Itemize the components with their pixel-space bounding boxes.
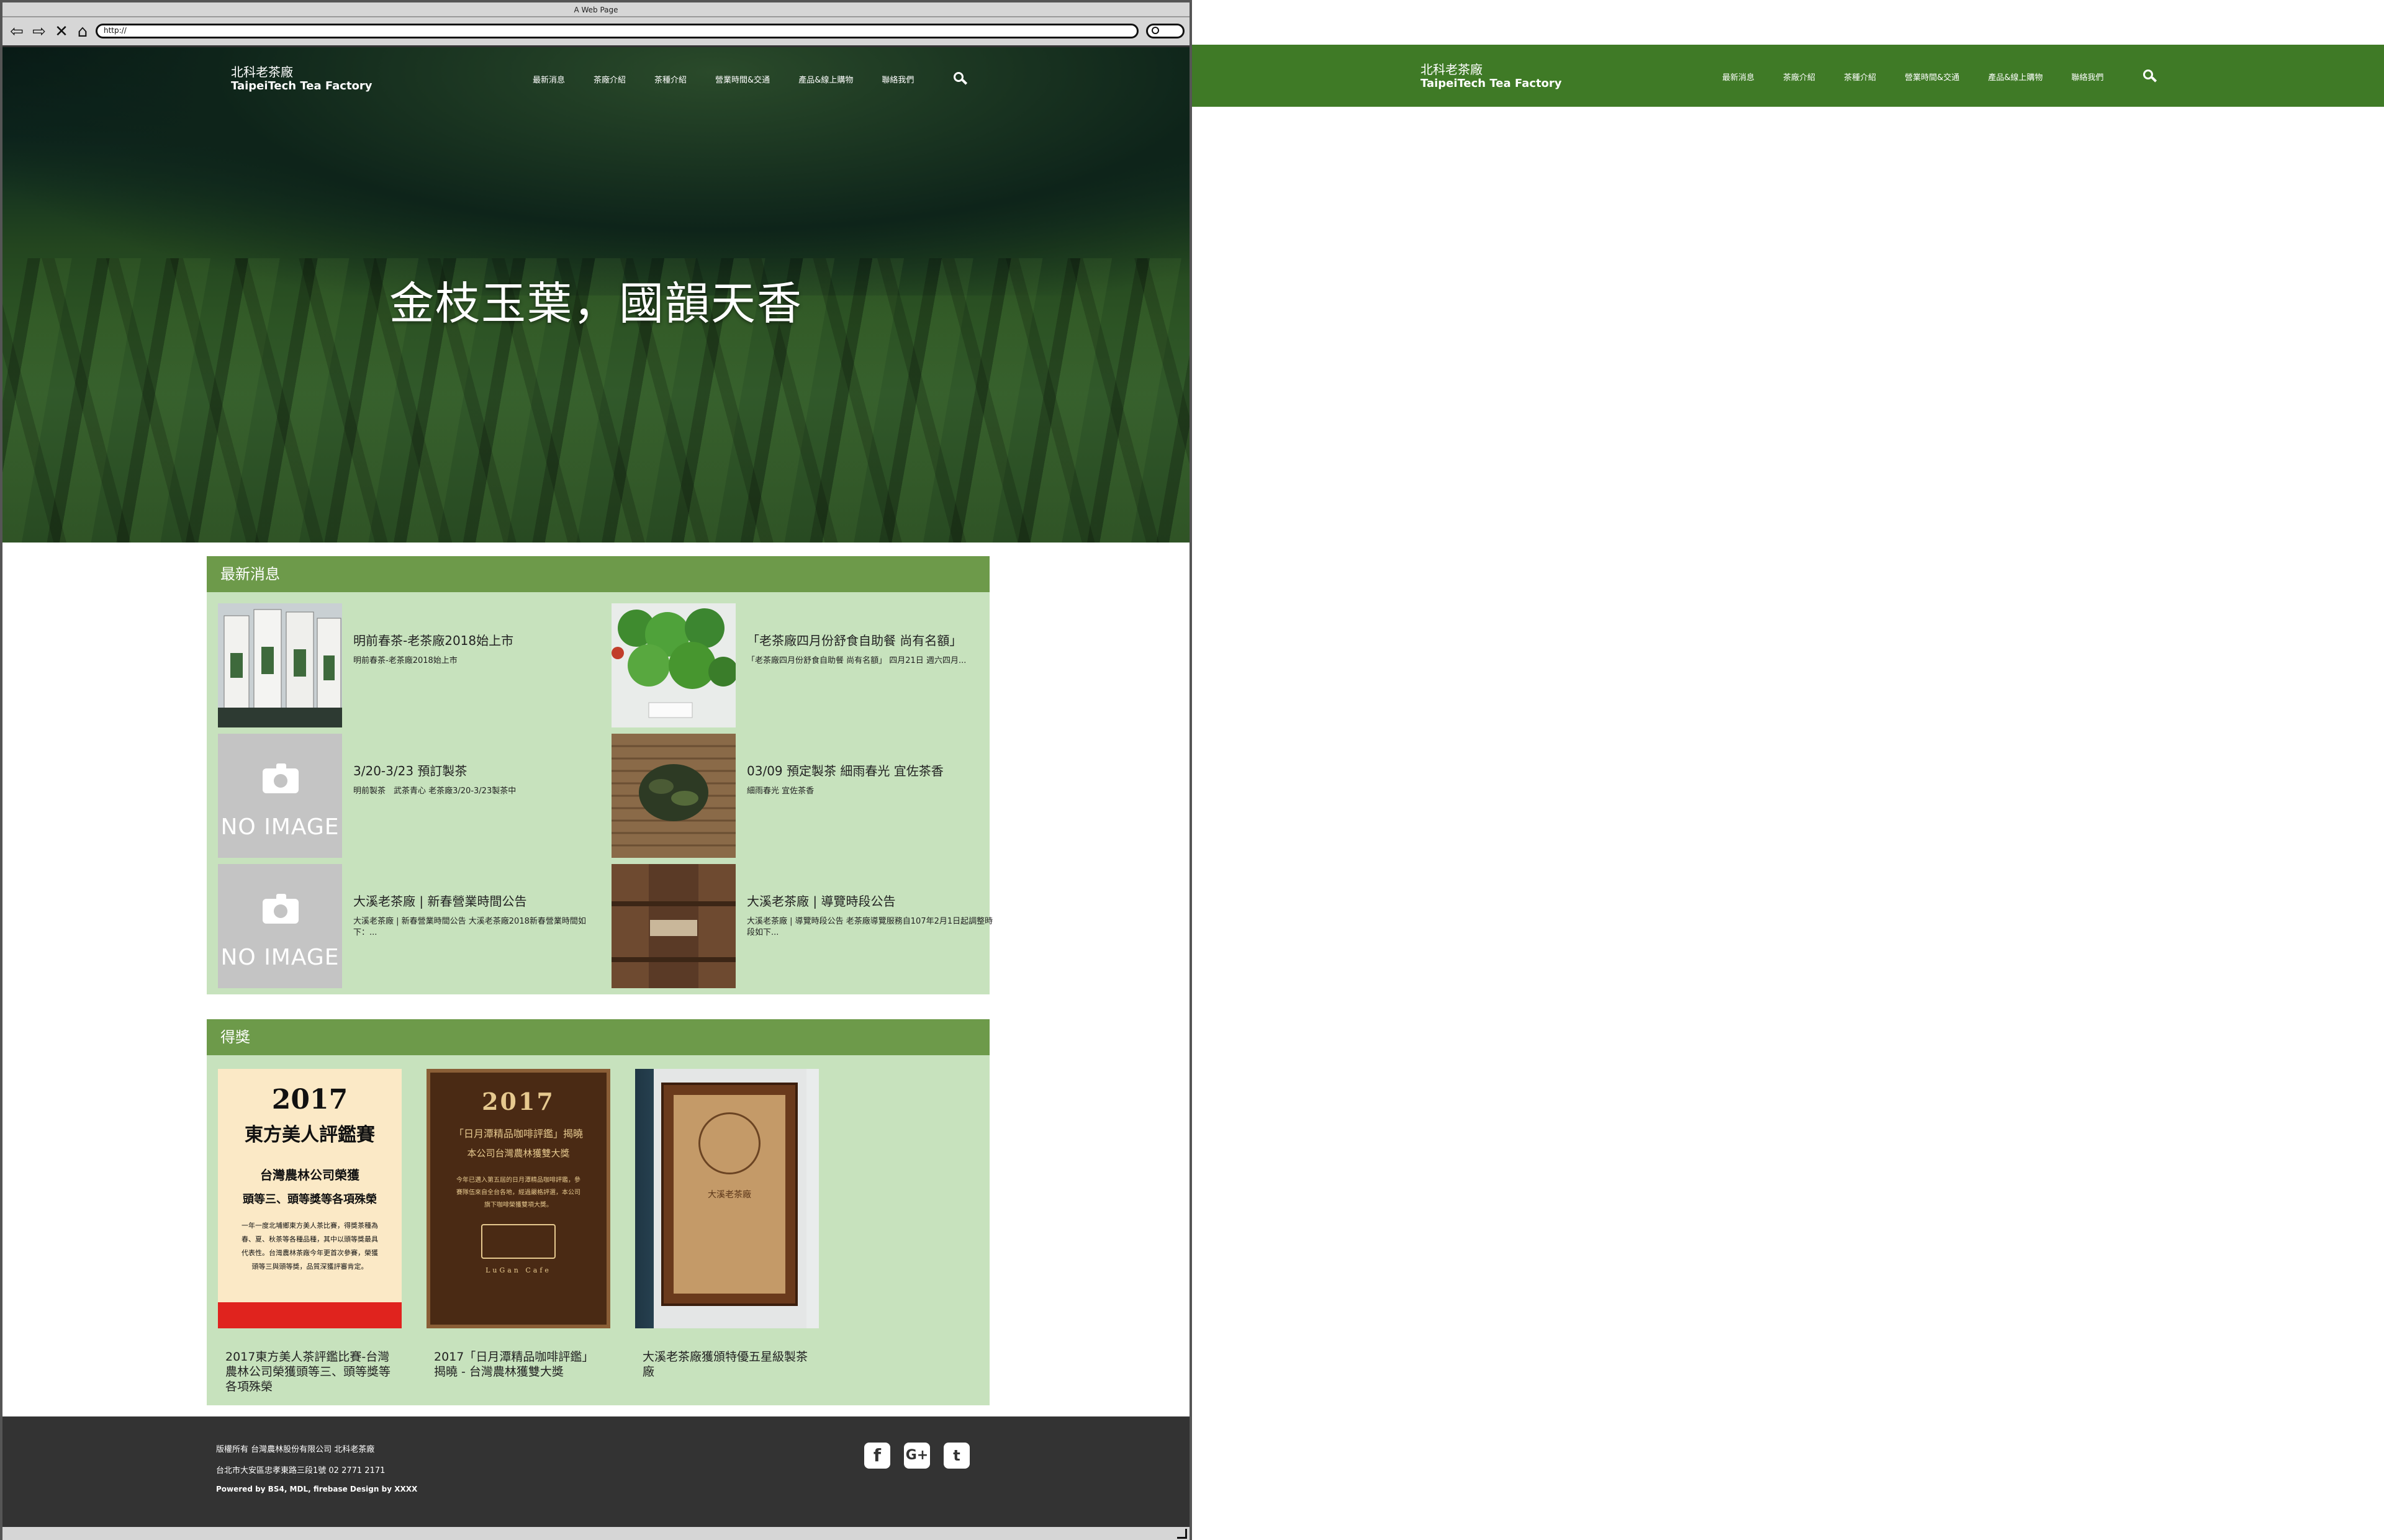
- news-item[interactable]: NO IMAGE 3/20-3/23 預訂製茶 明前製茶 武茶青心 老茶廠3/2…: [218, 734, 603, 858]
- browser-window: A Web Page ⇦ ⇨ ✕ ⌂ http:// 北科老茶廠 TaipeiT…: [0, 0, 1192, 1540]
- awards-heading: 得獎: [207, 1019, 990, 1055]
- main-nav: 最新消息 茶廠介紹 茶種介紹 營業時間&交通 產品&線上購物 聯絡我們: [533, 73, 942, 85]
- news-desc: 明前製茶 武茶青心 老茶廠3/20-3/23製茶中: [353, 786, 517, 796]
- facebook-icon[interactable]: f: [864, 1443, 890, 1469]
- nav-item-contact[interactable]: 聯絡我們: [882, 73, 914, 85]
- browser-status-bar: [2, 1525, 1190, 1540]
- sticky-nav: 最新消息 茶廠介紹 茶種介紹 營業時間&交通 產品&線上購物 聯絡我們: [1722, 71, 2132, 83]
- news-desc: 細雨春光 宜佐茶香: [747, 786, 815, 796]
- nav-item-contact[interactable]: 聯絡我們: [2071, 71, 2103, 83]
- back-arrow-icon[interactable]: ⇦: [7, 22, 26, 41]
- news-thumbnail: [218, 603, 342, 727]
- brand-name-en: TaipeiTech Tea Factory: [231, 79, 372, 92]
- nav-item-hours[interactable]: 營業時間&交通: [715, 73, 770, 85]
- award-poster: 2017 東方美人評鑑賽 台灣農林公司榮獲 頭等三、頭等獎等各項殊榮 一年一度北…: [218, 1069, 402, 1328]
- news-item[interactable]: 「老茶廠四月份舒食自助餐 尚有名額」 「老茶廠四月份舒食自助餐 尚有名額」 四月…: [612, 603, 996, 727]
- search-icon[interactable]: [2143, 70, 2157, 83]
- news-item[interactable]: 明前春茶-老茶廠2018始上市 明前春茶-老茶廠2018始上市: [218, 603, 603, 727]
- no-image-placeholder: NO IMAGE: [218, 864, 342, 988]
- nav-item-news[interactable]: 最新消息: [533, 73, 565, 85]
- window-title: A Web Page: [2, 2, 1190, 17]
- no-image-placeholder: NO IMAGE: [218, 734, 342, 858]
- news-desc: 明前春茶-老茶廠2018始上市: [353, 656, 458, 665]
- poster-footer-band: [218, 1302, 402, 1328]
- nav-item-shop[interactable]: 產品&線上購物: [1988, 71, 2043, 83]
- news-item[interactable]: 03/09 預定製茶 細雨春光 宜佐茶香 細雨春光 宜佐茶香: [612, 734, 996, 858]
- footer-powered: Powered by BS4, MDL, firebase Design by …: [216, 1485, 418, 1493]
- poster-year: 2017: [271, 1084, 348, 1115]
- poster-brand: LuGan Cafe: [485, 1266, 551, 1274]
- awards-section: 得獎 2017 東方美人評鑑賽 台灣農林公司榮獲 頭等三、頭等獎等各項殊榮 一年…: [207, 1019, 990, 1405]
- no-image-label: NO IMAGE: [220, 945, 340, 970]
- forward-arrow-icon[interactable]: ⇨: [30, 22, 48, 41]
- news-title[interactable]: 大溪老茶廠 | 導覽時段公告: [747, 891, 995, 909]
- url-input[interactable]: http://: [96, 24, 1139, 38]
- browser-toolbar: ⇦ ⇨ ✕ ⌂ http://: [2, 17, 1190, 47]
- news-desc: 大溪老茶廠 | 新春營業時間公告 大溪老茶廠2018新春營業時間如下：...: [353, 917, 586, 937]
- footer-address: 台北市大安區忠孝東路三段1號 02 2771 2171: [216, 1466, 386, 1475]
- poster-title: 「日月潭精品咖啡評鑑」揭曉: [453, 1128, 583, 1140]
- news-title[interactable]: 大溪老茶廠 | 新春營業時間公告: [353, 891, 602, 909]
- news-desc: 大溪老茶廠 | 導覽時段公告 老茶廠導覽服務自107年2月1日起調整時段如下..…: [747, 917, 993, 937]
- google-plus-icon[interactable]: G+: [904, 1443, 930, 1469]
- brand-name-zh: 北科老茶廠: [231, 65, 293, 79]
- site-footer: 版權所有 台灣農林股份有限公司 北科老茶廠 台北市大安區忠孝東路三段1號 02 …: [2, 1416, 1190, 1525]
- search-icon: [1152, 27, 1159, 34]
- award-card[interactable]: 2017 東方美人評鑑賽 台灣農林公司榮獲 頭等三、頭等獎等各項殊榮 一年一度北…: [218, 1069, 402, 1394]
- brand-name-zh: 北科老茶廠: [1420, 62, 1483, 77]
- poster-body: 今年已邁入第五屆的日月潭精品咖啡評鑑，參賽隊伍來自全台各地，經過嚴格評選，本公司…: [456, 1177, 580, 1209]
- nav-item-factory[interactable]: 茶廠介紹: [594, 73, 626, 85]
- news-item[interactable]: NO IMAGE 大溪老茶廠 | 新春營業時間公告 大溪老茶廠 | 新春營業時間…: [218, 864, 603, 988]
- news-desc: 「老茶廠四月份舒食自助餐 尚有名額」 四月21日 週六四月...: [747, 656, 967, 665]
- news-title[interactable]: 明前春茶-老茶廠2018始上市: [353, 631, 602, 649]
- footer-copyright: 版權所有 台灣農林股份有限公司 北科老茶廠: [216, 1445, 375, 1454]
- poster-body: 一年一度北埔鄉東方美人茶比賽，得獎茶種為春、夏、秋茶等各種品種，其中以頭等獎最具…: [242, 1222, 378, 1271]
- news-section: 最新消息 明前春茶-老茶廠2018始上市 明前春茶-老茶廠2018始上市 「老茶…: [207, 556, 993, 994]
- camera-icon: [263, 894, 299, 924]
- award-card[interactable]: 大溪老茶廠 大溪老茶廠獲頒特優五星級製茶廠: [635, 1069, 819, 1379]
- nav-item-hours[interactable]: 營業時間&交通: [1905, 71, 1959, 83]
- award-caption[interactable]: 2017「日月潭精品咖啡評鑑」揭曉 - 台灣農林獲雙大獎: [427, 1349, 610, 1379]
- news-item[interactable]: 大溪老茶廠 | 導覽時段公告 大溪老茶廠 | 導覽時段公告 老茶廠導覽服務自10…: [612, 864, 996, 988]
- plaque-text: 大溪老茶廠: [708, 1190, 751, 1200]
- award-card[interactable]: 2017 「日月潭精品咖啡評鑑」揭曉 本公司台灣農林獲雙大獎 今年已邁入第五屆的…: [427, 1069, 610, 1379]
- nav-item-tea-types[interactable]: 茶種介紹: [1844, 71, 1876, 83]
- resize-handle-icon[interactable]: [1177, 1529, 1187, 1539]
- close-icon[interactable]: ✕: [52, 22, 71, 41]
- camera-icon: [263, 763, 299, 793]
- news-title[interactable]: 「老茶廠四月份舒食自助餐 尚有名額」: [747, 631, 995, 649]
- news-thumbnail: [612, 734, 736, 858]
- browser-search-field[interactable]: [1146, 24, 1185, 38]
- site-logo-sticky[interactable]: 北科老茶廠 TaipeiTech Tea Factory: [1420, 62, 1562, 91]
- sticky-header: 北科老茶廠 TaipeiTech Tea Factory 最新消息 茶廠介紹 茶…: [1192, 45, 2384, 107]
- no-image-label: NO IMAGE: [220, 814, 340, 840]
- news-heading: 最新消息: [207, 556, 990, 592]
- home-icon[interactable]: ⌂: [73, 22, 92, 41]
- news-title[interactable]: 03/09 預定製茶 細雨春光 宜佐茶香: [747, 761, 995, 779]
- poster-subtitle-2: 頭等三、頭等獎等各項殊榮: [243, 1193, 377, 1206]
- news-title[interactable]: 3/20-3/23 預訂製茶: [353, 761, 602, 779]
- poster-subtitle: 台灣農林公司榮獲: [260, 1168, 359, 1182]
- poster-subtitle: 本公司台灣農林獲雙大獎: [467, 1148, 570, 1159]
- award-plaque-photo: 大溪老茶廠: [635, 1069, 819, 1328]
- search-icon[interactable]: [954, 72, 968, 86]
- poster-title: 東方美人評鑑賽: [245, 1124, 375, 1146]
- nav-item-news[interactable]: 最新消息: [1722, 71, 1754, 83]
- hero-title: 金枝玉葉，國韻天香: [389, 277, 803, 330]
- nav-item-tea-types[interactable]: 茶種介紹: [654, 73, 687, 85]
- twitter-icon[interactable]: t: [944, 1443, 970, 1469]
- train-illustration: [481, 1224, 556, 1259]
- plaque-frame: 大溪老茶廠: [661, 1083, 798, 1306]
- news-thumbnail: [612, 864, 736, 988]
- site-logo[interactable]: 北科老茶廠 TaipeiTech Tea Factory: [231, 65, 372, 93]
- news-thumbnail: [612, 603, 736, 727]
- award-plaque-poster: 2017 「日月潭精品咖啡評鑑」揭曉 本公司台灣農林獲雙大獎 今年已邁入第五屆的…: [427, 1069, 610, 1328]
- brand-name-en: TaipeiTech Tea Factory: [1420, 77, 1562, 90]
- award-caption[interactable]: 大溪老茶廠獲頒特優五星級製茶廠: [635, 1349, 819, 1379]
- award-caption[interactable]: 2017東方美人茶評鑑比賽-台灣農林公司榮獲頭等三、頭等獎等各項殊榮: [218, 1349, 402, 1394]
- hero-banner: 北科老茶廠 TaipeiTech Tea Factory 最新消息 茶廠介紹 茶…: [2, 47, 1190, 543]
- nav-item-factory[interactable]: 茶廠介紹: [1783, 71, 1815, 83]
- nav-item-shop[interactable]: 產品&線上購物: [798, 73, 853, 85]
- poster-year: 2017: [482, 1087, 555, 1115]
